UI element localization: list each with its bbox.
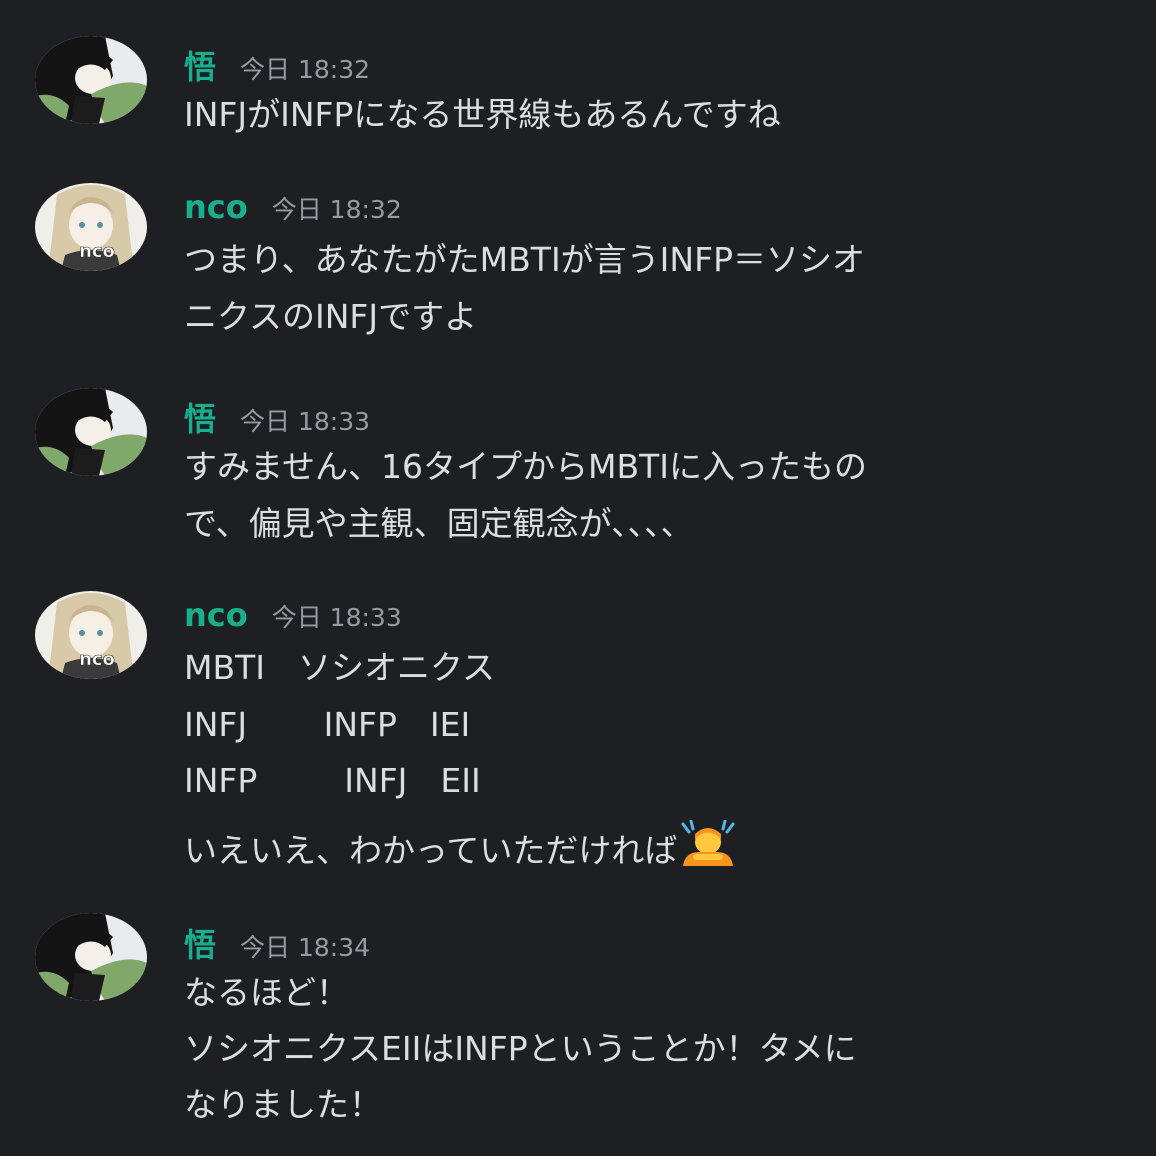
- message-text: INFJがINFPになる世界線もあるんですね: [184, 95, 781, 134]
- timestamp: 今日 18:34: [240, 933, 371, 962]
- person-bowing-emoji: [681, 820, 735, 866]
- username[interactable]: nco: [184, 188, 248, 226]
- message-text: つまり、あなたがたMBTIが言うINFP＝ソシオ: [184, 240, 865, 279]
- avatar-dark-hair-image: [35, 913, 147, 1001]
- username[interactable]: 悟: [184, 920, 216, 966]
- username[interactable]: nco: [184, 596, 248, 634]
- avatar-label: nco: [79, 649, 115, 670]
- message-text: ソシオニクスEIIはINFPということか！タメに: [184, 1029, 857, 1068]
- avatar[interactable]: nco: [35, 183, 147, 271]
- avatar-dark-hair-image: [35, 388, 147, 476]
- avatar[interactable]: [35, 388, 147, 476]
- username[interactable]: 悟: [184, 394, 216, 440]
- avatar-label: nco: [79, 241, 115, 262]
- timestamp: 今日 18:32: [271, 195, 402, 224]
- avatar[interactable]: nco: [35, 591, 147, 679]
- timestamp: 今日 18:32: [240, 55, 371, 84]
- message-text: ニクスのINFJですよ: [184, 297, 478, 336]
- message-text: いえいえ、わかっていただければ: [184, 831, 678, 870]
- message-text: INFJ INFP IEI: [184, 705, 471, 744]
- avatar-blonde-hair-image: nco: [35, 591, 147, 679]
- timestamp: 今日 18:33: [240, 407, 371, 436]
- message-text: すみません、16タイプからMBTIに入ったもの: [184, 447, 868, 486]
- message-text: なるほど！: [184, 973, 349, 1012]
- message-text: MBTI ソシオニクス: [184, 648, 496, 687]
- avatar-dark-hair-image: [35, 36, 147, 124]
- avatar[interactable]: [35, 913, 147, 1001]
- message-text: INFP INFJ EII: [184, 761, 481, 800]
- avatar-blonde-hair-image: nco: [35, 183, 147, 271]
- message-text-with-emoji: いえいえ、わかっていただければ: [184, 820, 737, 871]
- avatar[interactable]: [35, 36, 147, 124]
- timestamp: 今日 18:33: [271, 603, 402, 632]
- message-text: で、偏見や主観、固定観念が、、、、: [184, 504, 694, 543]
- username[interactable]: 悟: [184, 42, 216, 88]
- message-text: なりました！: [184, 1085, 382, 1124]
